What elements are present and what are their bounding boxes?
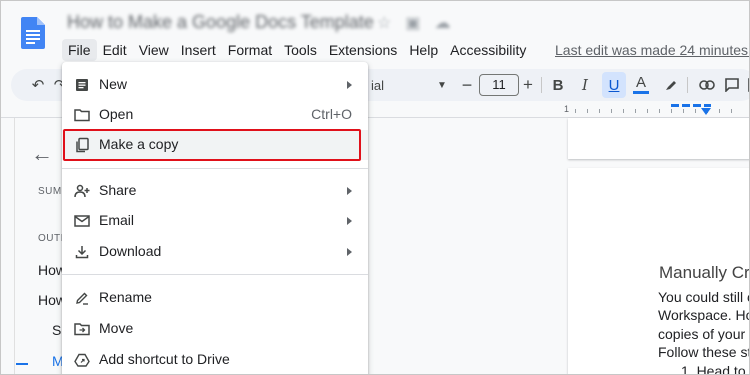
decrease-font-size-button[interactable]: − bbox=[458, 69, 476, 101]
outline-label: OUTI bbox=[38, 233, 64, 244]
file-menu-download-label: Download bbox=[99, 243, 162, 259]
file-menu-email[interactable]: Email bbox=[62, 206, 368, 236]
file-menu-open[interactable]: Open Ctrl+O bbox=[62, 100, 368, 130]
document-title[interactable]: How to Make a Google Docs Template bbox=[67, 12, 374, 33]
menu-format[interactable]: Format bbox=[222, 39, 278, 61]
app-window: How to Make a Google Docs Template ☆▣☁ F… bbox=[0, 0, 750, 375]
drive-shortcut-icon bbox=[73, 351, 91, 369]
font-size-input[interactable]: 11 bbox=[479, 74, 519, 96]
back-arrow-icon[interactable]: ← bbox=[31, 141, 53, 167]
increase-font-size-button[interactable]: + bbox=[519, 69, 537, 101]
file-menu-move[interactable]: Move bbox=[62, 314, 368, 344]
submenu-arrow-icon bbox=[347, 217, 352, 225]
submenu-arrow-icon bbox=[347, 187, 352, 195]
undo-icon[interactable]: ↶ bbox=[27, 69, 49, 101]
font-family-select[interactable]: ial bbox=[371, 69, 384, 101]
file-menu-share-label: Share bbox=[99, 182, 137, 198]
document-text-line[interactable]: Follow these st bbox=[658, 344, 749, 360]
move-folder-icon[interactable]: ▣ bbox=[405, 15, 434, 32]
folder-icon bbox=[73, 106, 91, 124]
underline-button[interactable]: U bbox=[602, 72, 626, 98]
file-menu-email-label: Email bbox=[99, 212, 135, 228]
menu-insert[interactable]: Insert bbox=[175, 39, 222, 61]
document-page[interactable] bbox=[568, 118, 749, 159]
toolbar-divider bbox=[687, 77, 688, 93]
ruler-indent-handle[interactable] bbox=[701, 108, 711, 115]
file-menu-share[interactable]: Share bbox=[62, 176, 368, 206]
last-edit-link[interactable]: Last edit was made 24 minutes ago bbox=[555, 42, 749, 58]
text-color-button[interactable]: A bbox=[631, 69, 651, 101]
open-shortcut: Ctrl+O bbox=[311, 106, 352, 122]
file-menu-rename[interactable]: Rename bbox=[62, 283, 368, 313]
email-icon bbox=[73, 212, 91, 230]
file-menu-new-label: New bbox=[99, 76, 128, 92]
star-icon[interactable]: ☆ bbox=[377, 15, 405, 32]
submenu-arrow-icon bbox=[347, 248, 352, 256]
menu-tools[interactable]: Tools bbox=[278, 39, 323, 61]
ruler-ticks bbox=[575, 109, 735, 113]
menu-help[interactable]: Help bbox=[403, 39, 444, 61]
menu-extensions[interactable]: Extensions bbox=[323, 39, 403, 61]
menu-divider bbox=[62, 168, 368, 169]
font-dropdown-caret-icon[interactable]: ▼ bbox=[437, 69, 447, 101]
highlight-pen-icon[interactable] bbox=[661, 69, 681, 101]
file-menu-download[interactable]: Download bbox=[62, 237, 368, 267]
menu-file[interactable]: File bbox=[62, 39, 97, 61]
menu-view[interactable]: View bbox=[133, 39, 175, 61]
menu-accessibility[interactable]: Accessibility bbox=[444, 39, 532, 61]
cloud-status-icon[interactable]: ☁ bbox=[434, 15, 464, 32]
document-text-line[interactable]: copies of your bbox=[658, 326, 745, 342]
text-color-swatch bbox=[633, 91, 649, 94]
file-menu-add-shortcut-label: Add shortcut to Drive bbox=[99, 351, 230, 367]
submenu-arrow-icon bbox=[347, 81, 352, 89]
file-menu-dropdown: New Open Ctrl+O Make a copy Share Email … bbox=[62, 62, 368, 374]
text-color-label: A bbox=[635, 74, 646, 91]
rename-icon bbox=[73, 289, 91, 307]
ruler-number: 1 bbox=[564, 104, 570, 114]
document-list-item[interactable]: 1. Head to bbox=[681, 363, 746, 374]
outline-active-indicator bbox=[16, 363, 28, 365]
download-icon bbox=[73, 243, 91, 261]
menu-bar: File Edit View Insert Format Tools Exten… bbox=[62, 39, 532, 61]
file-menu-move-label: Move bbox=[99, 320, 134, 336]
ruler-margin-marker[interactable] bbox=[671, 104, 711, 107]
share-icon bbox=[73, 182, 91, 200]
summary-label: SUM bbox=[38, 186, 62, 197]
document-text-line[interactable]: You could still c bbox=[658, 289, 749, 305]
move-icon bbox=[73, 320, 91, 338]
vertical-ruler bbox=[1, 118, 15, 374]
file-menu-new[interactable]: New bbox=[62, 70, 368, 100]
docs-logo-icon[interactable] bbox=[21, 17, 45, 49]
file-menu-add-shortcut[interactable]: Add shortcut to Drive bbox=[62, 345, 368, 374]
new-doc-icon bbox=[73, 76, 91, 94]
file-menu-rename-label: Rename bbox=[99, 289, 152, 305]
menu-edit[interactable]: Edit bbox=[97, 39, 133, 61]
bold-button[interactable]: B bbox=[549, 69, 567, 101]
toolbar-divider bbox=[541, 77, 542, 93]
insert-link-icon[interactable] bbox=[697, 69, 717, 101]
document-heading[interactable]: Manually Cr bbox=[659, 263, 749, 283]
document-text-line[interactable]: Workspace. Ho bbox=[658, 307, 749, 323]
highlight-callout-box bbox=[63, 129, 361, 161]
add-comment-icon[interactable] bbox=[723, 69, 741, 101]
file-menu-open-label: Open bbox=[99, 106, 134, 122]
italic-button[interactable]: I bbox=[576, 69, 594, 101]
menu-divider bbox=[62, 274, 368, 275]
title-action-icons: ☆▣☁ bbox=[377, 13, 464, 33]
